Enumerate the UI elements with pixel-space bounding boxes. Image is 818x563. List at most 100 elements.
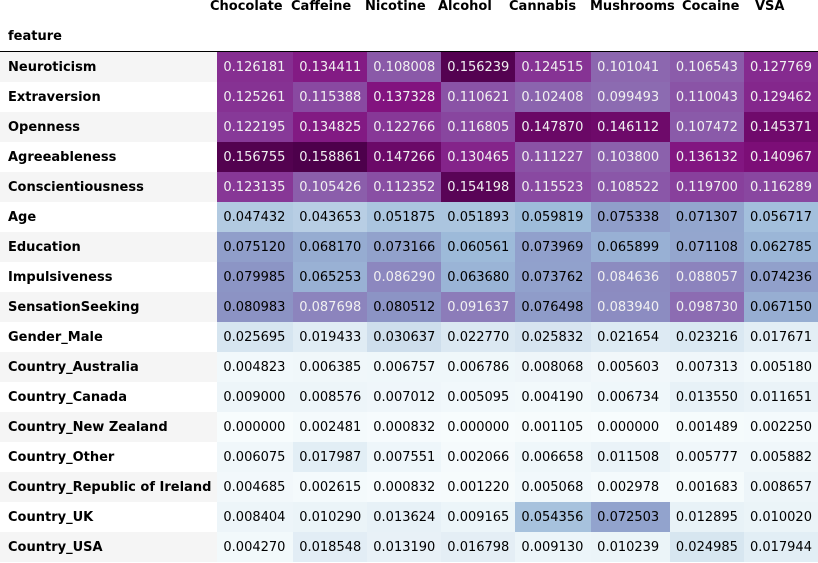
- table-row: Impulsiveness 0.079985 0.065253 0.086290 0.0…: [0, 262, 818, 292]
- heatmap-cell: 0.017987: [293, 442, 368, 472]
- heatmap-cell: 0.073166: [367, 232, 442, 262]
- heatmap-cell: 0.022770: [441, 322, 516, 352]
- heatmap-cell: 0.127769: [743, 52, 818, 82]
- column-header: Caffeine: [291, 0, 352, 14]
- heatmap-cell: 0.074236: [743, 262, 818, 292]
- heatmap-cell: 0.021654: [591, 322, 670, 352]
- row-label: Country_New Zealand: [0, 412, 218, 442]
- row-label: Country_Republic of Ireland: [0, 472, 218, 502]
- heatmap-cell: 0.010020: [743, 502, 818, 532]
- heatmap-cell: 0.006734: [591, 382, 670, 412]
- table-row: Country_Canada 0.009000 0.008576 0.007012 0.…: [0, 382, 818, 412]
- heatmap-cell: 0.006075: [217, 442, 294, 472]
- heatmap-cell: 0.001220: [441, 472, 516, 502]
- heatmap-cell: 0.005068: [515, 472, 592, 502]
- heatmap-cell: 0.001105: [515, 412, 592, 442]
- heatmap-cell: 0.008068: [515, 352, 592, 382]
- column-header: Mushrooms: [590, 0, 675, 14]
- heatmap-cell: 0.001683: [669, 472, 744, 502]
- heatmap-cell: 0.009130: [515, 532, 592, 562]
- heatmap-cell: 0.110621: [441, 82, 516, 112]
- heatmap-cell: 0.007012: [367, 382, 442, 412]
- heatmap-cell: 0.145371: [743, 112, 818, 142]
- heatmap-cell: 0.108522: [591, 172, 670, 202]
- heatmap-cell: 0.005180: [743, 352, 818, 382]
- heatmap-cell: 0.056717: [743, 202, 818, 232]
- table-row: Extraversion 0.125261 0.115388 0.137328 0.11…: [0, 82, 818, 112]
- heatmap-cell: 0.086290: [367, 262, 442, 292]
- heatmap-cell: 0.080512: [367, 292, 442, 322]
- column-header: Cannabis: [509, 0, 577, 14]
- heatmap-cell: 0.009000: [217, 382, 294, 412]
- heatmap-cell: 0.062785: [743, 232, 818, 262]
- heatmap-cell: 0.017944: [743, 532, 818, 562]
- heatmap-cell: 0.002978: [591, 472, 670, 502]
- heatmap-cell: 0.002250: [743, 412, 818, 442]
- row-label: SensationSeeking: [0, 292, 218, 322]
- heatmap-cell: 0.002481: [293, 412, 368, 442]
- heatmap-cell: 0.009165: [441, 502, 516, 532]
- heatmap-cell: 0.059819: [515, 202, 592, 232]
- row-label: Country_UK: [8, 509, 94, 525]
- heatmap-cell: 0.137328: [367, 82, 442, 112]
- heatmap-cell: 0.156239: [441, 52, 516, 82]
- table-row: Age 0.047432 0.043653 0.051875 0.051893 0.059…: [0, 202, 818, 232]
- row-label: Neuroticism: [0, 52, 218, 82]
- table-row: Country_New Zealand 0.000000 0.002481 0.000…: [0, 412, 818, 442]
- index-name-label: feature: [8, 29, 62, 44]
- heatmap-cell: 0.146112: [591, 112, 670, 142]
- heatmap-cell: 0.098730: [669, 292, 744, 322]
- heatmap-cell: 0.006385: [293, 352, 368, 382]
- heatmap-cell: 0.125261: [217, 82, 294, 112]
- heatmap-cell: 0.158861: [293, 142, 368, 172]
- heatmap-cell: 0.060561: [441, 232, 516, 262]
- heatmap-cell: 0.105426: [293, 172, 368, 202]
- heatmap-cell: 0.071108: [669, 232, 744, 262]
- heatmap-cell: 0.051893: [441, 202, 516, 232]
- heatmap-cell: 0.068170: [293, 232, 368, 262]
- row-label: Gender_Male: [8, 329, 103, 345]
- heatmap-cell: 0.005603: [591, 352, 670, 382]
- heatmap-cell: 0.000000: [591, 412, 670, 442]
- heatmap-cell: 0.002066: [441, 442, 516, 472]
- column-header: VSA: [755, 0, 785, 14]
- table-row: Neuroticism 0.126181 0.134411 0.108008 0.156…: [0, 52, 818, 82]
- heatmap-cell: 0.011508: [591, 442, 670, 472]
- heatmap-cell: 0.067150: [743, 292, 818, 322]
- heatmap-cell: 0.102408: [515, 82, 592, 112]
- heatmap-table: Neuroticism 0.126181 0.134411 0.108008 0.156…: [0, 52, 818, 562]
- column-header: Cocaine: [682, 0, 740, 14]
- heatmap-cell: 0.099493: [591, 82, 670, 112]
- row-label: Country_Australia: [0, 352, 218, 382]
- heatmap-cell: 0.072503: [591, 502, 670, 532]
- heatmap-cell: 0.147266: [367, 142, 442, 172]
- heatmap-cell: 0.107472: [669, 112, 744, 142]
- heatmap-cell: 0.004190: [515, 382, 592, 412]
- heatmap-cell: 0.140967: [743, 142, 818, 172]
- heatmap-cell: 0.010239: [591, 532, 670, 562]
- row-label: Conscientiousness: [0, 172, 218, 202]
- heatmap-cell: 0.063680: [441, 262, 516, 292]
- heatmap-cell: 0.075120: [217, 232, 294, 262]
- heatmap-cell: 0.013190: [367, 532, 442, 562]
- heatmap-cell: 0.124515: [515, 52, 592, 82]
- heatmap-cell: 0.006786: [441, 352, 516, 382]
- heatmap-cell: 0.065899: [591, 232, 670, 262]
- table-row: Country_USA 0.004270 0.018548 0.013190 0.016…: [0, 532, 818, 562]
- heatmap-cell: 0.004270: [217, 532, 294, 562]
- heatmap-cell: 0.023216: [669, 322, 744, 352]
- heatmap-cell: 0.000000: [217, 412, 294, 442]
- heatmap-cell: 0.000000: [441, 412, 516, 442]
- heatmap-cell: 0.110043: [669, 82, 744, 112]
- heatmap-cell: 0.088057: [669, 262, 744, 292]
- heatmap-cell: 0.018548: [293, 532, 368, 562]
- heatmap-cell: 0.001489: [669, 412, 744, 442]
- heatmap-cell: 0.122766: [367, 112, 442, 142]
- heatmap-cell: 0.007551: [367, 442, 442, 472]
- heatmap-cell: 0.147870: [515, 112, 592, 142]
- heatmap-cell: 0.106543: [669, 52, 744, 82]
- heatmap-cell: 0.103800: [591, 142, 670, 172]
- heatmap-cell: 0.073762: [515, 262, 592, 292]
- heatmap-cell: 0.101041: [591, 52, 670, 82]
- table-row: Agreeableness 0.156755 0.158861 0.147266 0.1…: [0, 142, 818, 172]
